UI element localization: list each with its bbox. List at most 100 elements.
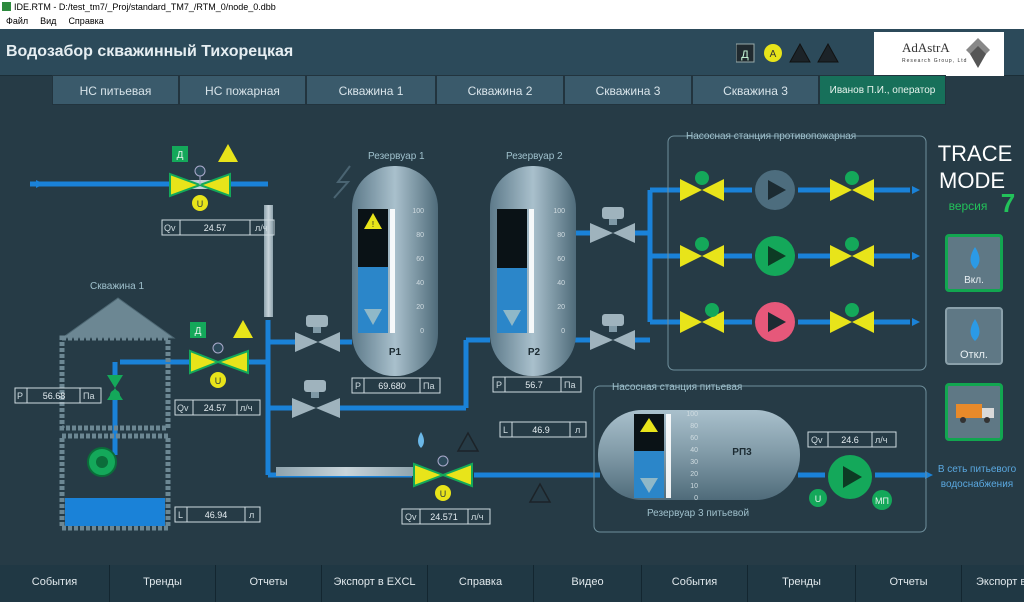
tab-ns-pitevaya[interactable]: НС питьевая (52, 75, 179, 105)
svg-text:Qv: Qv (164, 223, 176, 233)
pump-off-button[interactable]: Откл. (945, 307, 1003, 365)
svg-text:40: 40 (690, 447, 698, 454)
status-d-icon[interactable]: Д (736, 43, 755, 63)
menu-bar: Файл Вид Справка (0, 14, 1024, 29)
fire-line-1[interactable] (680, 170, 874, 210)
app-header: Водозабор скважинный Тихорецкая (0, 29, 1024, 76)
svg-text:U: U (215, 376, 222, 386)
svg-text:80: 80 (557, 232, 565, 239)
logo-sub: Research Group, Ltd (902, 58, 968, 64)
warning-icon[interactable] (789, 43, 811, 63)
mnemonic-scheme: Насосная станция противопожарная Насосна… (14, 131, 1017, 533)
menu-view[interactable]: Вид (40, 16, 56, 26)
well1-title: Скважина 1 (90, 281, 144, 292)
reservoir2-title: Резервуар 2 (506, 151, 563, 162)
nav-export-2-button[interactable]: Экспорт в (962, 565, 1024, 602)
svg-text:A: A (770, 49, 777, 60)
well1-valve-icon[interactable] (107, 375, 123, 388)
svg-text:80: 80 (690, 423, 698, 430)
reservoir3-tank[interactable] (598, 410, 800, 500)
flowmeter-icon[interactable] (590, 207, 635, 243)
svg-text:л: л (249, 510, 254, 520)
tab-ns-pozharnaya[interactable]: НС пожарная (179, 75, 306, 105)
current-user[interactable]: Иванов П.И., оператор (819, 75, 946, 105)
svg-text:Qv: Qv (177, 403, 189, 413)
outlet-label-1: В сеть питьевого (938, 464, 1017, 475)
nav-events-2-button[interactable]: События (642, 565, 748, 602)
truck-icon (956, 404, 994, 423)
tab-well-1[interactable]: Скважина 1 (306, 75, 436, 105)
svg-text:100: 100 (412, 208, 424, 215)
valve-mid-warning-icon[interactable] (233, 320, 253, 338)
company-logo: AdAstrA Research Group, Ltd (874, 32, 1004, 76)
reservoir1-name: P1 (389, 347, 402, 358)
nav-reports-2-button[interactable]: Отчеты (856, 565, 962, 602)
valve-bottom[interactable]: U (413, 455, 473, 501)
nav-events-button[interactable]: События (0, 565, 110, 602)
svg-text:60: 60 (690, 435, 698, 442)
tab-well-3b[interactable]: Скважина 3 (692, 75, 819, 105)
svg-text:100: 100 (686, 411, 698, 418)
svg-text:20: 20 (416, 304, 424, 311)
svg-text:20: 20 (557, 304, 565, 311)
truck-button[interactable] (945, 383, 1003, 441)
bottom-nav: События Тренды Отчеты Экспорт в EXCL Спр… (0, 565, 1024, 602)
svg-text:60: 60 (416, 256, 424, 263)
svg-text:Qv: Qv (405, 512, 417, 522)
tab-well-3[interactable]: Скважина 3 (564, 75, 692, 105)
flowmeter-icon[interactable] (590, 314, 635, 350)
flow-arrow-icon (912, 252, 920, 260)
fire-line-2[interactable] (680, 236, 874, 276)
svg-text:Па: Па (83, 391, 94, 401)
nav-trends-button[interactable]: Тренды (110, 565, 216, 602)
flowmeter-icon[interactable] (292, 380, 340, 418)
drink-station-title: Насосная станция питьевая (612, 382, 742, 393)
svg-text:Д: Д (177, 150, 184, 161)
nav-export-excel-button[interactable]: Экспорт в EXCL (322, 565, 428, 602)
svg-text:P: P (355, 381, 361, 391)
reservoir1-title: Резервуар 1 (368, 151, 425, 162)
svg-text:МП: МП (875, 496, 889, 506)
well1-pressure-value: 56.68 (43, 391, 66, 401)
fire-line-3[interactable] (680, 302, 874, 342)
logo-mark-icon (966, 38, 990, 68)
trace-mode-line2: MODE (939, 168, 1005, 193)
svg-text:Па: Па (564, 380, 575, 390)
valve-bottom-warning-icon[interactable] (456, 431, 480, 452)
water-drop-icon (418, 432, 424, 448)
valve-mid[interactable]: U (189, 342, 249, 388)
svg-text:Д: Д (741, 49, 749, 61)
tab-well-2[interactable]: Скважина 2 (436, 75, 564, 105)
fire-station-title: Насосная станция противопожарная (686, 131, 856, 142)
status-a-icon[interactable]: A (764, 44, 782, 62)
valve-top-warning-icon[interactable] (218, 144, 238, 162)
pipe-warning-icon[interactable] (528, 482, 552, 503)
reservoir3-title: Резервуар 3 питьевой (647, 508, 749, 519)
svg-text:20: 20 (690, 471, 698, 478)
window-titlebar: IDE.RTM - D:/test_tm7/_Proj/standard_TM7… (0, 0, 1024, 14)
svg-text:100: 100 (553, 208, 565, 215)
flowmeter-icon[interactable] (295, 315, 340, 352)
svg-text:U: U (440, 489, 447, 499)
nav-video-button[interactable]: Видео (534, 565, 642, 602)
svg-text:Д: Д (195, 326, 202, 337)
svg-text:л: л (575, 425, 580, 435)
nav-reports-button[interactable]: Отчеты (216, 565, 322, 602)
svg-text:L: L (178, 510, 183, 520)
menu-help[interactable]: Справка (68, 16, 103, 26)
menu-file[interactable]: Файл (6, 16, 28, 26)
svg-text:л/ч: л/ч (240, 403, 253, 413)
nav-trends-2-button[interactable]: Тренды (748, 565, 856, 602)
pipe-section (276, 467, 416, 476)
page-title: Водозабор скважинный Тихорецкая (6, 43, 294, 60)
alarm-icon[interactable] (817, 43, 839, 63)
svg-text:л/ч: л/ч (875, 435, 888, 445)
svg-text:L: L (503, 425, 508, 435)
reservoir2-pressure-value: 56.7 (525, 380, 543, 390)
pipe-section (264, 205, 273, 317)
svg-text:л/ч: л/ч (471, 512, 484, 522)
nav-help-button[interactable]: Справка (428, 565, 534, 602)
svg-text:40: 40 (557, 280, 565, 287)
svg-text:U: U (197, 199, 204, 209)
pump-on-button[interactable]: Вкл. (945, 234, 1003, 292)
